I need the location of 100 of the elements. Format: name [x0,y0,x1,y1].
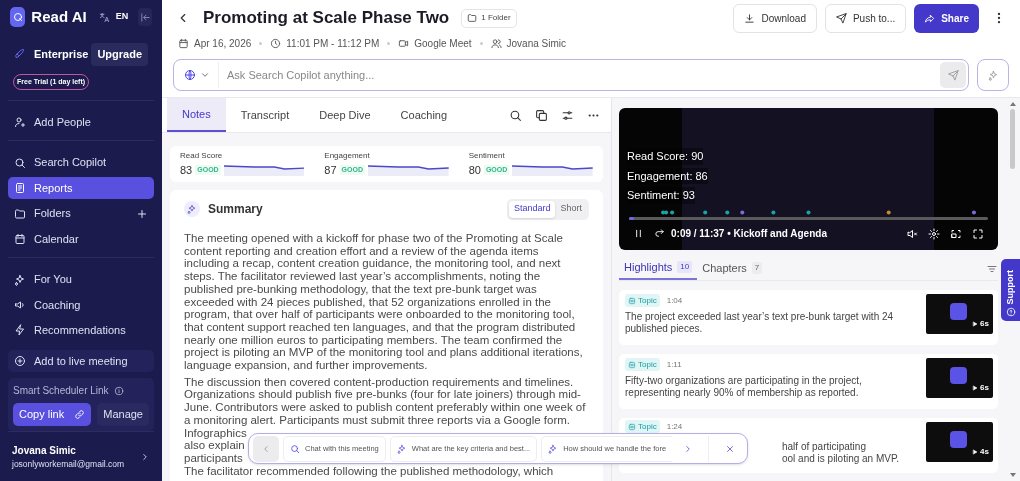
meeting-date: Apr 16, 2026 [194,36,252,51]
app-logo-text: Read AI [31,6,87,27]
sparkle-icon [184,201,200,217]
copilot-search-bar[interactable]: Ask Search Copilot anything... [173,59,969,91]
video-stat-overlay: Read Score: 90 [627,148,704,165]
push-to-button[interactable]: Push to... [824,3,907,33]
user-name: Jovana Simic [12,443,77,458]
notes-tab[interactable]: Notes [167,98,226,132]
user-profile[interactable]: Jovana Simic josonlyworkemail@gmail.com [8,432,154,481]
support-tab[interactable]: Support [1001,259,1020,321]
clip-duration: 6s [980,318,989,330]
sparkle-icon [548,443,559,454]
clock-icon [270,37,282,49]
copy-link-button[interactable]: Copy link [13,403,92,427]
summary-paragraph: The meeting opened with a kickoff for phase two of the Promoting at Scale content reporting and creation effort and a review of the agenda items including a recap, content creation guidance, the monitoring tool, and next steps. The facilitator reviewed last year’s accomplishments, noting the published pre-bunking methodology, that the text pre-bunk target was exceeded with 24 pieces published, that 52 organizations enrolled in the program, that over half of participants were onboarded to the monitoring tool, that content support reached ten languages, and that the program distributed nearly one million euros to participating members. The team confirmed the project is piloting an MVP of the monitoring tool and plans additional iterations, language expansion, and further improvements. [184,232,584,372]
meeting-platform: Google Meet [414,36,472,51]
megaphone-icon [14,299,26,311]
share-button[interactable]: Share [914,3,979,33]
redo-icon[interactable] [654,228,665,239]
highlight-card[interactable]: Topic 1:11 Fifty-two organizations are participating in the project, representing nearly 90% of membership as reported. 6s [619,354,998,409]
translate-icon[interactable] [98,11,110,23]
highlight-text: ool and is piloting an MVP. [782,453,900,465]
help-icon [1005,307,1016,317]
highlight-text: half of participating [782,441,866,453]
video-thumbnail[interactable]: 6s [926,294,993,334]
topic-badge: Topic [625,420,660,433]
summary-text-fragment: also explain [184,439,245,452]
language-toggle[interactable]: EN [115,10,129,24]
video-thumbnail[interactable]: 6s [926,358,993,398]
link-icon [74,409,86,421]
sidebar-item[interactable]: Coaching [8,293,154,317]
people-icon [490,37,502,49]
upgrade-button[interactable]: Upgrade [91,43,148,66]
topic-icon [628,422,636,431]
video-time: 0:09 / 11:37 • Kickoff and Agenda [671,227,827,241]
calendar-icon [178,37,189,49]
share-icon [924,12,936,24]
video-stat-overlay: Sentiment: 93 [627,187,695,204]
pause-icon[interactable] [633,228,644,239]
sidebar-item[interactable]: For You [8,268,154,291]
search-icon [14,156,26,169]
chevron-right-icon [140,451,150,462]
mute-icon[interactable] [906,227,918,240]
highlight-time: 1:24 [666,420,683,433]
folder-icon [14,207,26,220]
summary-mode-option[interactable]: Short [555,200,587,218]
fullscreen-icon[interactable] [972,227,984,240]
sidebar-item[interactable]: Recommendations [8,319,154,342]
topic-badge: Topic [625,358,660,371]
page-title: Promoting at Scale Phase Two [203,7,450,30]
highlights-tab[interactable]: Highlights 10 [619,256,698,280]
sidebar-item[interactable]: Calendar [8,227,154,251]
summary-text-fragment: participants [184,451,243,465]
notes-tab[interactable]: Deep Dive [304,98,386,132]
summary-title: Summary [208,201,264,218]
highlight-time: 1:11 [666,358,682,371]
meeting-time: 11:01 PM - 11:12 PM [286,36,380,51]
sidebar-item[interactable]: Search Copilot [8,151,154,174]
clip-duration: 4s [980,446,989,458]
send-icon [947,69,959,81]
highlights-tab[interactable]: Chapters 7 [697,256,768,280]
sparkle-icon [14,273,26,286]
score-label: Read Score [180,149,224,162]
collapse-icon [139,11,151,23]
search-field[interactable]: Ask Search Copilot anything... [219,66,940,84]
sidebar-item[interactable]: Reports [8,176,154,200]
sparkle-icon [396,443,407,454]
add-to-live-meeting-button[interactable]: Add to live meeting [8,349,154,373]
play-icon [972,449,979,455]
manage-button[interactable]: Manage [97,403,149,427]
settings-icon[interactable] [928,227,940,240]
score-value: 80 [468,162,481,178]
meeting-owner: Jovana Simic [506,36,566,51]
summary-mode-option[interactable]: Standard [508,200,556,218]
add-person-icon [14,116,26,129]
summary-text-fragment: Infographics [184,426,247,440]
download-button[interactable]: Download [733,3,817,33]
plus-icon [136,207,148,220]
video-stat-overlay: Engagement: 86 [627,167,708,184]
notes-tab[interactable]: Transcript [225,98,305,132]
filter-icon[interactable] [986,263,998,275]
video-thumbnail[interactable]: 4s [926,422,993,462]
close-icon [725,443,736,454]
play-icon [972,321,979,327]
topic-icon [628,296,636,305]
sidebar-item[interactable]: Folders [8,202,154,225]
copy-icon [534,108,548,122]
user-email: josonlyworkemail@gmail.com [12,457,126,471]
chevron-left-icon [261,443,271,454]
highlight-card[interactable]: Topic 1:04 The project exceeded last year’s text pre-bunk target with 24 published pieces. 6s [619,290,998,345]
plus-circle-icon [14,354,26,367]
sidebar-item[interactable]: Add People [8,111,154,134]
collapse-button[interactable] [138,8,152,26]
tab-count: 7 [751,262,763,274]
notes-tab[interactable]: Coaching [385,98,463,132]
picture-in-picture-icon[interactable] [950,227,962,240]
highlight-text: Fifty-two organizations are participating in the project, representing nearly 90% of membership as reported. [625,375,863,399]
folder-chip[interactable]: 1 Folder [461,8,517,28]
video-progress-track[interactable] [629,216,988,220]
play-icon [972,385,979,391]
